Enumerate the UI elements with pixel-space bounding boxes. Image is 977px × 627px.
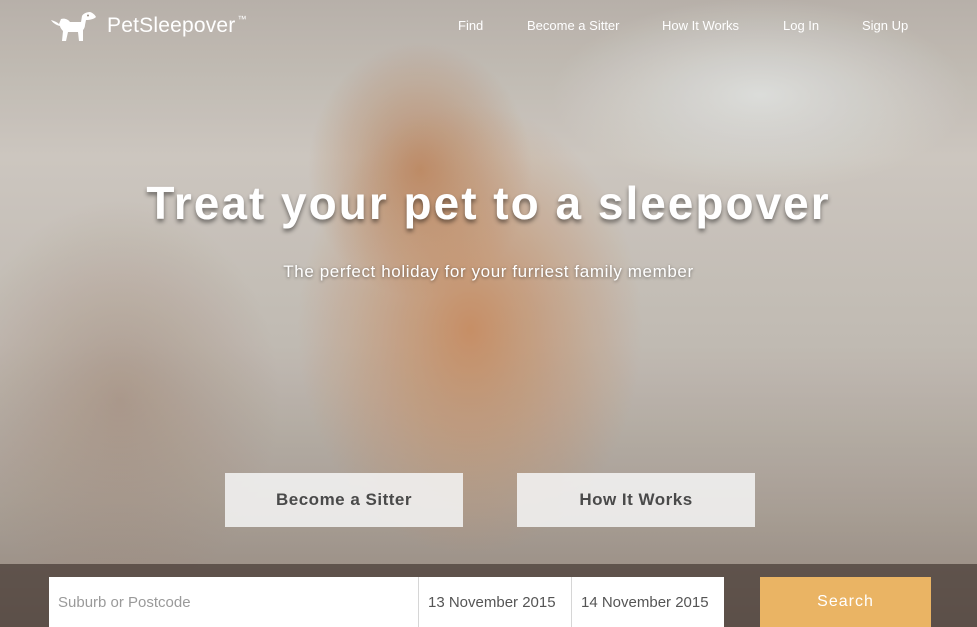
nav-become-a-sitter[interactable]: Become a Sitter: [527, 18, 620, 33]
field-divider: [418, 577, 419, 627]
location-input[interactable]: [49, 577, 418, 627]
page: PetSleepover ™ Find Become a Sitter How …: [0, 0, 977, 627]
nav-how-it-works[interactable]: How It Works: [662, 18, 739, 33]
nav-find[interactable]: Find: [458, 18, 483, 33]
header: PetSleepover ™ Find Become a Sitter How …: [0, 0, 977, 52]
search-button[interactable]: Search: [760, 577, 931, 627]
search-bar: Search: [0, 564, 977, 627]
start-date-input[interactable]: [419, 577, 571, 627]
end-date-input[interactable]: [572, 577, 724, 627]
how-it-works-button[interactable]: How It Works: [517, 473, 755, 527]
hero-subtitle: The perfect holiday for your furriest fa…: [283, 262, 694, 281]
hero-title: Treat your pet to a sleepover: [146, 177, 831, 229]
main-nav: Find Become a Sitter How It Works Log In…: [0, 18, 977, 36]
nav-sign-up[interactable]: Sign Up: [862, 18, 908, 33]
become-a-sitter-button[interactable]: Become a Sitter: [225, 473, 463, 527]
nav-log-in[interactable]: Log In: [783, 18, 819, 33]
field-divider: [571, 577, 572, 627]
